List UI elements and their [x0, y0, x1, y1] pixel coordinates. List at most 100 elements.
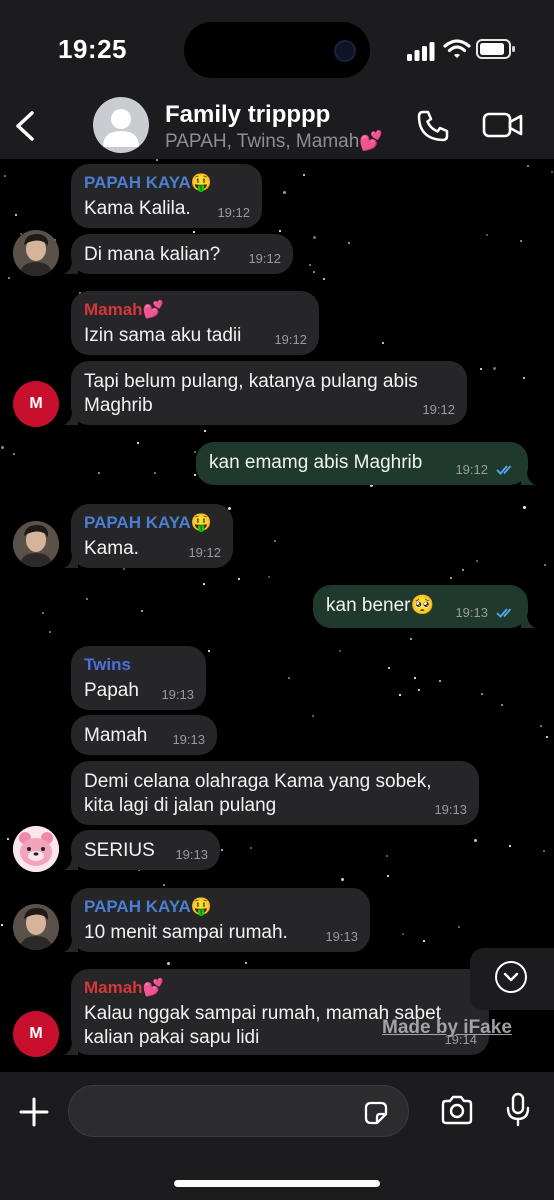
message-bubble[interactable]: Di mana kalian? 19:12 [64, 234, 293, 274]
message-bubble[interactable]: SERIUS 19:13 [64, 830, 220, 870]
star [439, 680, 441, 682]
star [313, 271, 315, 273]
message-text: Tapi belum pulang, katanya pulang abis M… [84, 371, 418, 416]
star [450, 577, 452, 579]
message-bubble[interactable]: Mamah💕 Kalau nggak sampai rumah, mamah s… [64, 969, 489, 1055]
star [501, 704, 503, 706]
star [141, 610, 143, 612]
phone-icon[interactable] [416, 109, 450, 143]
star [194, 451, 196, 453]
star [382, 342, 384, 344]
composer-bar [0, 1072, 554, 1200]
message-bubble[interactable]: Tapi belum pulang, katanya pulang abis M… [64, 361, 467, 425]
avatar-twins[interactable] [13, 826, 59, 872]
star [544, 564, 546, 566]
star [543, 850, 545, 852]
message-bubble[interactable]: PAPAH KAYA🤑 Kama. 19:12 [64, 504, 233, 568]
star [387, 875, 389, 877]
star [123, 568, 125, 570]
message-bubble[interactable]: Twins Papah 19:13 [71, 646, 206, 710]
avatar-papah[interactable] [13, 904, 59, 950]
camera-icon[interactable] [440, 1095, 474, 1125]
avatar-mamah[interactable]: M [13, 381, 59, 427]
star [520, 240, 522, 242]
star [474, 839, 477, 842]
message-time: 19:12 [422, 402, 455, 417]
star [7, 838, 9, 840]
star [414, 677, 416, 679]
star [341, 878, 344, 881]
group-members[interactable]: PAPAH, Twins, Mamah💕 [165, 129, 383, 153]
message-sender: Mamah💕 [84, 978, 164, 997]
sticker-icon[interactable] [362, 1099, 390, 1127]
wifi-icon [443, 39, 471, 58]
message-input[interactable] [68, 1085, 409, 1137]
star [193, 231, 195, 233]
bubble-tail [64, 938, 78, 952]
message-bubble-outgoing[interactable]: kan bener🥺 19:13 [313, 585, 535, 628]
message-bubble[interactable]: Mamah💕 Izin sama aku tadii 19:12 [71, 291, 319, 355]
star [167, 962, 170, 965]
chat-header: Family tripppp PAPAH, Twins, Mamah💕 [0, 95, 554, 159]
message-time: 19:12 [217, 205, 250, 220]
chat-screen: 19:25 Family tripppp PAPAH, Twins, Mamah… [0, 0, 554, 1200]
star [283, 191, 286, 194]
star [288, 677, 290, 679]
star [546, 736, 548, 738]
star [323, 278, 325, 280]
avatar-mamah[interactable]: M [13, 1011, 59, 1057]
star [203, 583, 205, 585]
back-chevron-icon[interactable] [12, 109, 38, 143]
message-bubble[interactable]: PAPAH KAYA🤑 Kama Kalila. 19:12 [71, 164, 262, 228]
star [481, 693, 483, 695]
message-bubble[interactable]: PAPAH KAYA🤑 10 menit sampai rumah. 19:13 [64, 888, 370, 952]
star [86, 598, 88, 600]
scroll-to-bottom-button[interactable] [470, 948, 554, 1010]
star [462, 569, 464, 571]
star [163, 884, 165, 886]
group-avatar-icon[interactable] [93, 97, 149, 153]
message-time: 19:12 [455, 462, 488, 477]
star [551, 171, 553, 173]
star [303, 174, 305, 176]
star [339, 650, 341, 652]
message-bubble-outgoing[interactable]: kan emamg abis Maghrib 19:12 [196, 442, 535, 485]
message-text: Demi celana olahraga Kama yang sobek, ki… [84, 771, 432, 816]
bubble-tail [521, 471, 535, 485]
group-title[interactable]: Family tripppp [165, 101, 330, 129]
star [486, 234, 488, 236]
star [312, 715, 314, 717]
bubble-tail [64, 856, 78, 870]
bubble-tail [64, 260, 78, 274]
message-sender: PAPAH KAYA🤑 [84, 513, 212, 532]
plus-icon[interactable] [18, 1096, 50, 1128]
avatar-papah[interactable] [13, 230, 59, 276]
star [279, 230, 281, 232]
avatar-papah[interactable] [13, 521, 59, 567]
star [476, 560, 478, 562]
star [208, 650, 210, 652]
message-sender: Twins [84, 655, 131, 674]
star [348, 242, 350, 244]
status-bar: 19:25 [0, 0, 554, 95]
video-camera-icon[interactable] [482, 110, 524, 140]
message-text: 10 menit sampai rumah. [84, 922, 288, 943]
star [388, 667, 390, 669]
star [509, 845, 511, 847]
microphone-icon[interactable] [505, 1092, 531, 1128]
message-time: 19:13 [434, 802, 467, 817]
star [493, 367, 496, 370]
front-camera [334, 40, 356, 62]
star [221, 849, 223, 851]
star [274, 540, 276, 542]
message-time: 19:13 [455, 605, 488, 620]
star [423, 940, 425, 942]
battery-icon [476, 39, 515, 59]
message-bubble[interactable]: Mamah 19:13 [71, 715, 217, 755]
star [154, 472, 156, 474]
message-list[interactable]: M M PAPAH KAYA🤑 Kama Kalila. 19:12 Di ma… [0, 159, 554, 1072]
message-time: 19:13 [172, 732, 205, 747]
star [402, 933, 404, 935]
message-bubble[interactable]: Demi celana olahraga Kama yang sobek, ki… [71, 761, 479, 825]
star [204, 430, 206, 432]
